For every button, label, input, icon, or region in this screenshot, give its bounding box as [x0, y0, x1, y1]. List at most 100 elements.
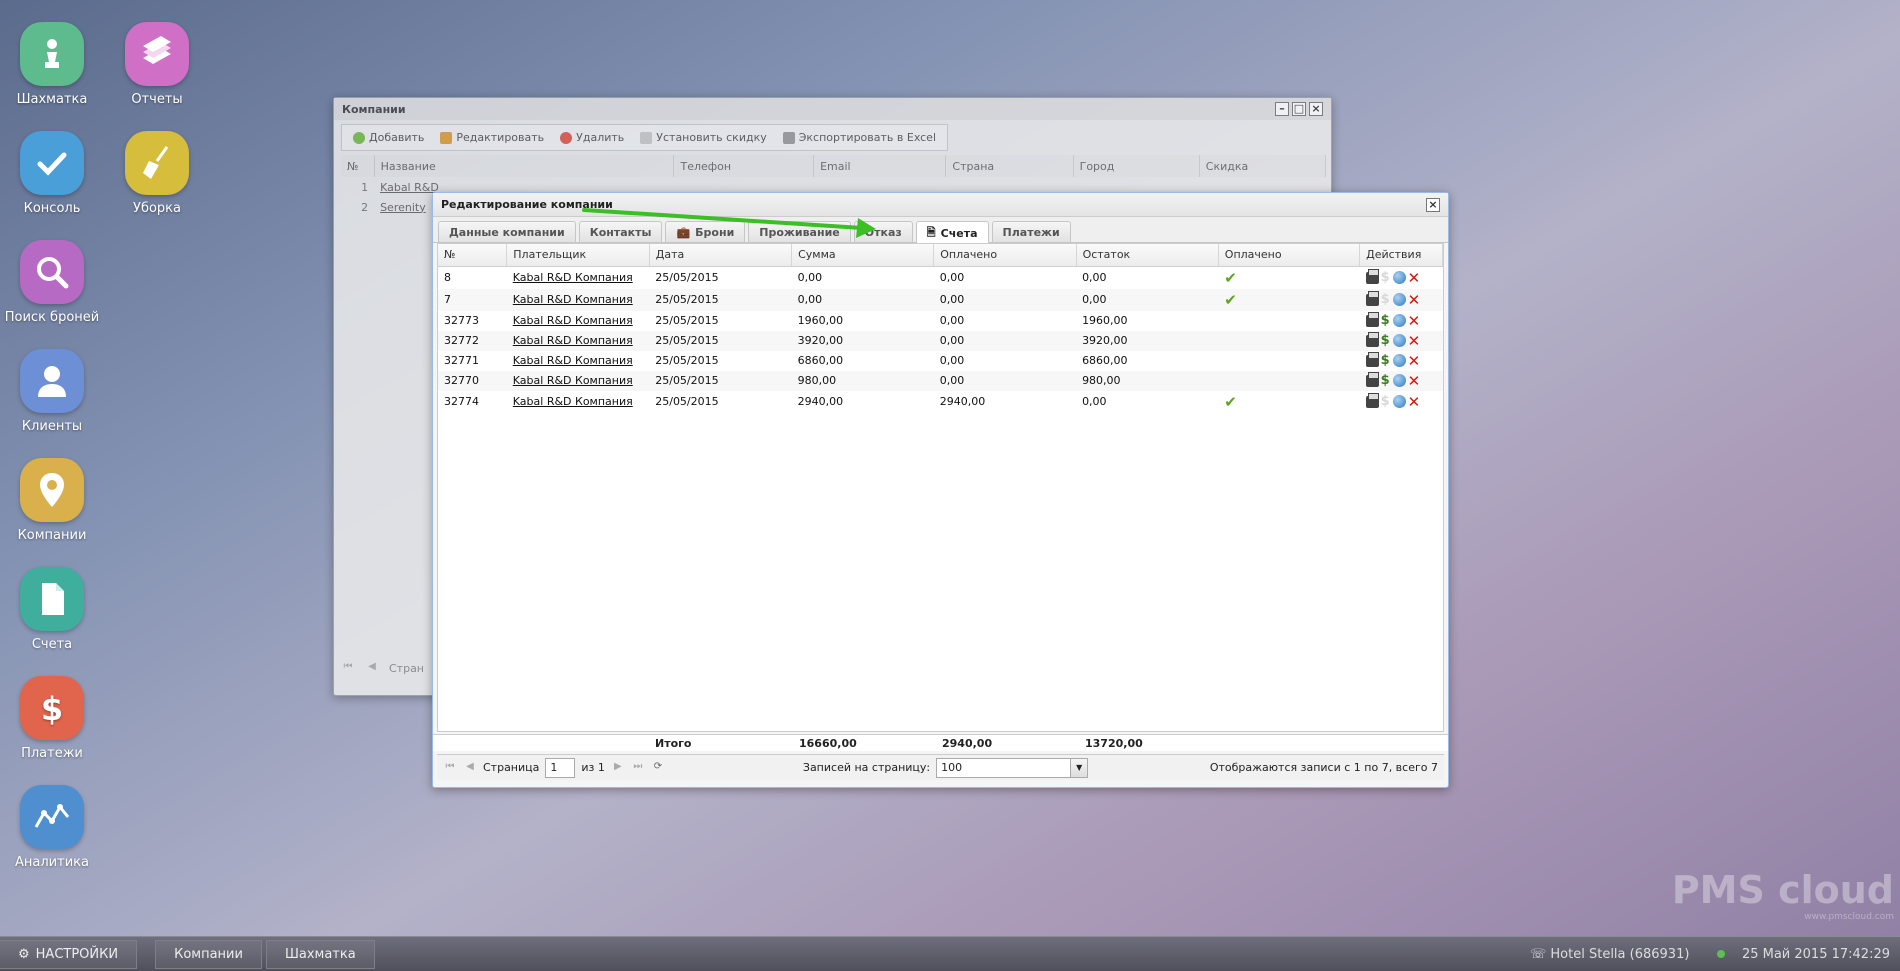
globe-icon[interactable]	[1392, 271, 1406, 284]
column-header[interactable]: Email	[813, 155, 947, 177]
prev-page-icon[interactable]: ◀	[463, 761, 477, 775]
table-row[interactable]: 32771 Kabal R&D Компания 25/05/2015 6860,00…	[438, 351, 1443, 371]
company-link[interactable]: Kabal R&D	[380, 181, 439, 194]
edit-button[interactable]: Редактировать	[432, 128, 552, 147]
settings-button[interactable]: ⚙ НАСТРОЙКИ	[0, 939, 138, 969]
payer-link[interactable]: Kabal R&D Компания	[513, 395, 633, 408]
globe-icon[interactable]	[1392, 395, 1406, 408]
tab-Контакты[interactable]: Контакты	[578, 221, 663, 242]
globe-icon[interactable]	[1392, 293, 1406, 306]
pay-dollar-icon[interactable]: $	[1381, 271, 1391, 284]
globe-icon[interactable]	[1392, 314, 1406, 327]
first-page-icon[interactable]: ⏮	[341, 661, 355, 675]
print-icon[interactable]	[1365, 331, 1379, 347]
tab-Платежи[interactable]: Платежи	[991, 221, 1071, 242]
taskbar-window-companies[interactable]: Компании	[155, 939, 262, 969]
per-page-select[interactable]: 100 ▼	[936, 757, 1089, 778]
column-header[interactable]: Скидка	[1199, 155, 1327, 177]
delete-button[interactable]: Удалить	[552, 128, 632, 147]
pay-dollar-icon[interactable]: $	[1381, 354, 1391, 367]
tab-Счета[interactable]: 🗎 Счета	[915, 221, 989, 244]
last-page-icon[interactable]: ⏭	[631, 761, 645, 775]
desktop-icon-dollar[interactable]: $ Платежи	[0, 676, 107, 761]
export-excel-button[interactable]: Экспортировать в Excel	[775, 128, 944, 147]
globe-icon[interactable]	[1392, 374, 1406, 387]
hotel-indicator[interactable]: ☏ Hotel Stella (686931)	[1530, 947, 1689, 962]
print-icon[interactable]	[1365, 371, 1379, 387]
desktop-icon-document[interactable]: Счета	[0, 567, 107, 652]
column-header[interactable]: Остаток	[1076, 244, 1219, 267]
dialog-titlebar[interactable]: Редактирование компании ×	[433, 193, 1448, 217]
payer-link[interactable]: Kabal R&D Компания	[513, 314, 633, 327]
company-link[interactable]: Serenity	[380, 201, 426, 214]
print-icon[interactable]	[1365, 351, 1379, 367]
tab-Проживание[interactable]: Проживание	[748, 221, 851, 242]
payer-link[interactable]: Kabal R&D Компания	[513, 293, 633, 306]
desktop-icon-person[interactable]: Клиенты	[0, 349, 107, 434]
desktop-icon-location-pin[interactable]: Компании	[0, 458, 107, 543]
payer-link[interactable]: Kabal R&D Компания	[513, 334, 633, 347]
column-header[interactable]: Страна	[945, 155, 1074, 177]
delete-x-icon[interactable]: ✕	[1408, 333, 1421, 348]
column-header[interactable]: Телефон	[673, 155, 815, 177]
desktop-icon-chess-pawn[interactable]: Шахматка	[0, 22, 107, 107]
globe-icon[interactable]	[1392, 354, 1406, 367]
delete-x-icon[interactable]: ✕	[1408, 270, 1421, 285]
maximize-icon[interactable]: □	[1292, 102, 1306, 116]
set-discount-button[interactable]: Установить скидку	[632, 128, 774, 147]
column-header[interactable]: Сумма	[791, 244, 935, 267]
companies-window-titlebar[interactable]: Компании – □ ×	[334, 98, 1331, 120]
first-page-icon[interactable]: ⏮	[443, 761, 457, 775]
table-row[interactable]: 32770 Kabal R&D Компания 25/05/2015 980,00 0…	[438, 370, 1443, 391]
delete-x-icon[interactable]: ✕	[1408, 353, 1421, 368]
print-icon[interactable]	[1365, 290, 1379, 306]
print-icon[interactable]	[1365, 311, 1379, 327]
desktop-icon-checkmark[interactable]: Консоль	[0, 131, 107, 216]
delete-x-icon[interactable]: ✕	[1408, 373, 1421, 388]
table-row[interactable]: 7 Kabal R&D Компания 25/05/2015 0,00 0,00 0,0…	[438, 288, 1443, 311]
column-header[interactable]: Город	[1073, 155, 1200, 177]
pay-dollar-icon[interactable]: $	[1381, 334, 1391, 347]
print-icon[interactable]	[1365, 392, 1379, 408]
desktop-icon-broom[interactable]: Уборка	[102, 131, 212, 216]
pay-dollar-icon[interactable]: $	[1381, 314, 1391, 327]
globe-icon[interactable]	[1392, 334, 1406, 347]
column-header[interactable]: Плательщик	[506, 244, 650, 267]
tab-Отказ[interactable]: Отказ	[853, 221, 913, 242]
payer-link[interactable]: Kabal R&D Компания	[513, 271, 633, 284]
column-header[interactable]: №	[341, 155, 375, 177]
column-header[interactable]: Оплачено	[1218, 244, 1361, 267]
payer-link[interactable]: Kabal R&D Компания	[513, 354, 633, 367]
tab-Данные компании[interactable]: Данные компании	[438, 221, 576, 242]
prev-page-icon[interactable]: ◀	[365, 661, 379, 675]
desktop-icon-magnifier[interactable]: Поиск броней	[0, 240, 107, 325]
delete-x-icon[interactable]: ✕	[1408, 313, 1421, 328]
tab-Брони[interactable]: 💼 Брони	[665, 221, 746, 242]
delete-x-icon[interactable]: ✕	[1408, 292, 1421, 307]
table-row[interactable]: 32772 Kabal R&D Компания 25/05/2015 3920,00…	[438, 330, 1443, 351]
pay-dollar-icon[interactable]: $	[1381, 395, 1391, 408]
column-header[interactable]: Название	[374, 155, 675, 177]
column-header[interactable]: Оплачено	[933, 244, 1077, 267]
desktop-icon-chart-line[interactable]: Аналитика	[0, 785, 107, 870]
close-icon[interactable]: ×	[1426, 197, 1440, 212]
next-page-icon[interactable]: ▶	[611, 761, 625, 775]
table-row[interactable]: 8 Kabal R&D Компания 25/05/2015 0,00 0,00 0,0…	[438, 266, 1443, 289]
desktop-icon-books[interactable]: Отчеты	[102, 22, 212, 107]
column-header[interactable]: Действия	[1359, 244, 1443, 267]
payer-link[interactable]: Kabal R&D Компания	[513, 374, 633, 387]
refresh-icon[interactable]: ⟳	[651, 761, 665, 775]
column-header[interactable]: №	[438, 244, 508, 267]
close-icon[interactable]: ×	[1309, 102, 1323, 116]
pay-dollar-icon[interactable]: $	[1381, 293, 1391, 306]
table-row[interactable]: 32773 Kabal R&D Компания 25/05/2015 1960,00…	[438, 311, 1443, 331]
table-row[interactable]: 32774 Kabal R&D Компания 25/05/2015 2940,00…	[438, 391, 1443, 413]
minimize-icon[interactable]: –	[1275, 102, 1289, 116]
chevron-down-icon[interactable]: ▼	[1070, 758, 1088, 777]
pay-dollar-icon[interactable]: $	[1381, 374, 1391, 387]
print-icon[interactable]	[1365, 268, 1379, 284]
taskbar-window-chess[interactable]: Шахматка	[265, 939, 375, 969]
delete-x-icon[interactable]: ✕	[1408, 394, 1421, 409]
add-button[interactable]: Добавить	[345, 128, 432, 147]
column-header[interactable]: Дата	[649, 244, 793, 267]
